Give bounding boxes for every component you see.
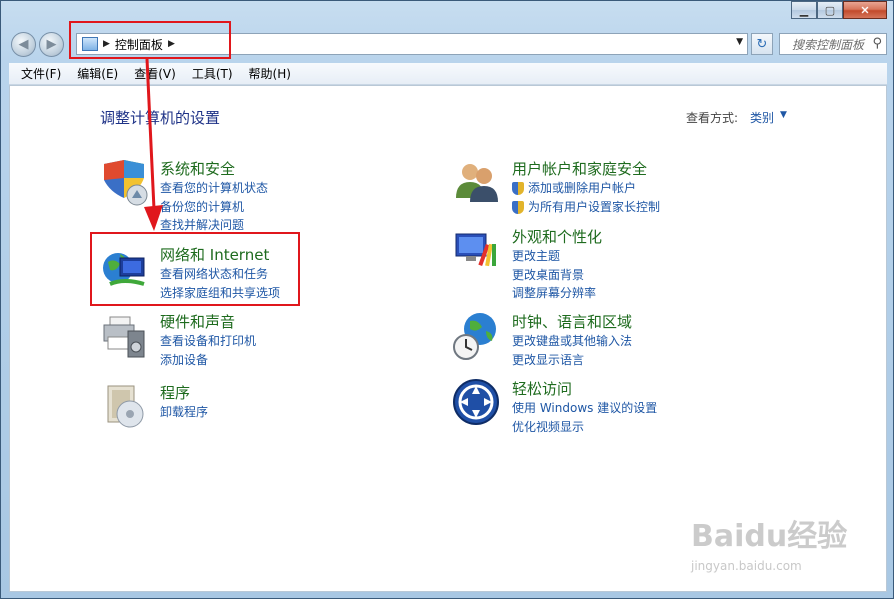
menu-help[interactable]: 帮助(H) (241, 65, 299, 82)
refresh-button[interactable]: ↻ (751, 33, 773, 55)
maximize-icon: ▢ (824, 3, 836, 17)
link-text: 为所有用户设置家长控制 (528, 199, 661, 214)
baidu-watermark: Baidu经验 (691, 519, 848, 554)
uac-shield-icon (512, 182, 524, 195)
close-icon: ✕ (860, 3, 870, 17)
link-keyboard-input[interactable]: 更改键盘或其他输入法 (512, 332, 632, 351)
menu-tools[interactable]: 工具(T) (184, 65, 241, 82)
clock-globe-icon (453, 313, 496, 360)
view-by-dropdown[interactable]: 类别 (750, 109, 774, 126)
category-title[interactable]: 程序 (160, 382, 190, 403)
magnifier-icon[interactable]: ⚲ (872, 36, 882, 51)
monitor-palette-icon (455, 233, 496, 267)
category-title[interactable]: 系统和安全 (160, 158, 235, 179)
ease-of-access-icon (453, 379, 499, 425)
category-title[interactable]: 时钟、语言和区域 (512, 311, 632, 332)
link-uninstall-program[interactable]: 卸载程序 (160, 403, 208, 422)
search-input[interactable]: 搜索控制面板 ⚲ (779, 33, 887, 55)
minimize-button[interactable]: ▁ (791, 1, 817, 19)
link-add-device[interactable]: 添加设备 (160, 351, 256, 370)
users-icon (456, 164, 498, 202)
category-title[interactable]: 外观和个性化 (512, 226, 602, 247)
minimize-icon: ▁ (799, 3, 809, 17)
link-devices-printers[interactable]: 查看设备和打印机 (160, 332, 256, 351)
search-placeholder: 搜索控制面板 (792, 37, 865, 52)
forward-button[interactable]: ▶ (39, 32, 64, 57)
caption-buttons: ▁ ▢ ✕ (791, 1, 887, 19)
link-optimize-display[interactable]: 优化视频显示 (512, 418, 657, 437)
link-desktop-background[interactable]: 更改桌面背景 (512, 266, 596, 285)
address-dropdown-icon[interactable]: ▼ (736, 37, 743, 47)
maximize-button[interactable]: ▢ (817, 1, 843, 19)
link-backup-computer[interactable]: 备份您的计算机 (160, 198, 268, 217)
link-text: 添加或删除用户帐户 (528, 181, 637, 195)
view-by-label: 查看方式: (686, 111, 739, 125)
programs-icon (107, 385, 144, 428)
printer-icon (103, 316, 145, 358)
link-change-theme[interactable]: 更改主题 (512, 247, 596, 266)
refresh-icon: ↻ (756, 36, 768, 52)
link-recommended-settings[interactable]: 使用 Windows 建议的设置 (512, 399, 657, 418)
menu-edit[interactable]: 编辑(E) (69, 65, 126, 82)
link-screen-resolution[interactable]: 调整屏幕分辨率 (512, 284, 596, 303)
view-by-chevron-icon[interactable]: ▼ (780, 110, 787, 120)
close-button[interactable]: ✕ (843, 1, 887, 19)
back-button[interactable]: ◀ (11, 32, 36, 57)
watermark-url: jingyan.baidu.com (691, 559, 802, 573)
control-panel-window: ▁ ▢ ✕ ◀ ▶ ▶ 控制面板 ▶ ▼ ↻ 搜索控制面板 ⚲ 文件(F) 编辑… (0, 0, 894, 599)
annotation-arrow (144, 59, 163, 231)
category-title[interactable]: 用户帐户和家庭安全 (512, 158, 647, 179)
menu-file[interactable]: 文件(F) (13, 65, 69, 82)
uac-shield-icon (512, 200, 524, 214)
link-add-remove-accounts[interactable]: 添加或删除用户帐户 (512, 179, 660, 198)
link-display-language[interactable]: 更改显示语言 (512, 351, 632, 370)
back-arrow-icon: ◀ (18, 37, 29, 52)
forward-arrow-icon: ▶ (46, 37, 57, 52)
category-title[interactable]: 硬件和声音 (160, 311, 235, 332)
annotation-box-address (69, 21, 231, 59)
link-view-computer-status[interactable]: 查看您的计算机状态 (160, 179, 268, 198)
annotation-box-network (90, 232, 300, 306)
category-title[interactable]: 轻松访问 (512, 378, 572, 399)
link-parental-controls[interactable]: 为所有用户设置家长控制 (512, 198, 660, 217)
